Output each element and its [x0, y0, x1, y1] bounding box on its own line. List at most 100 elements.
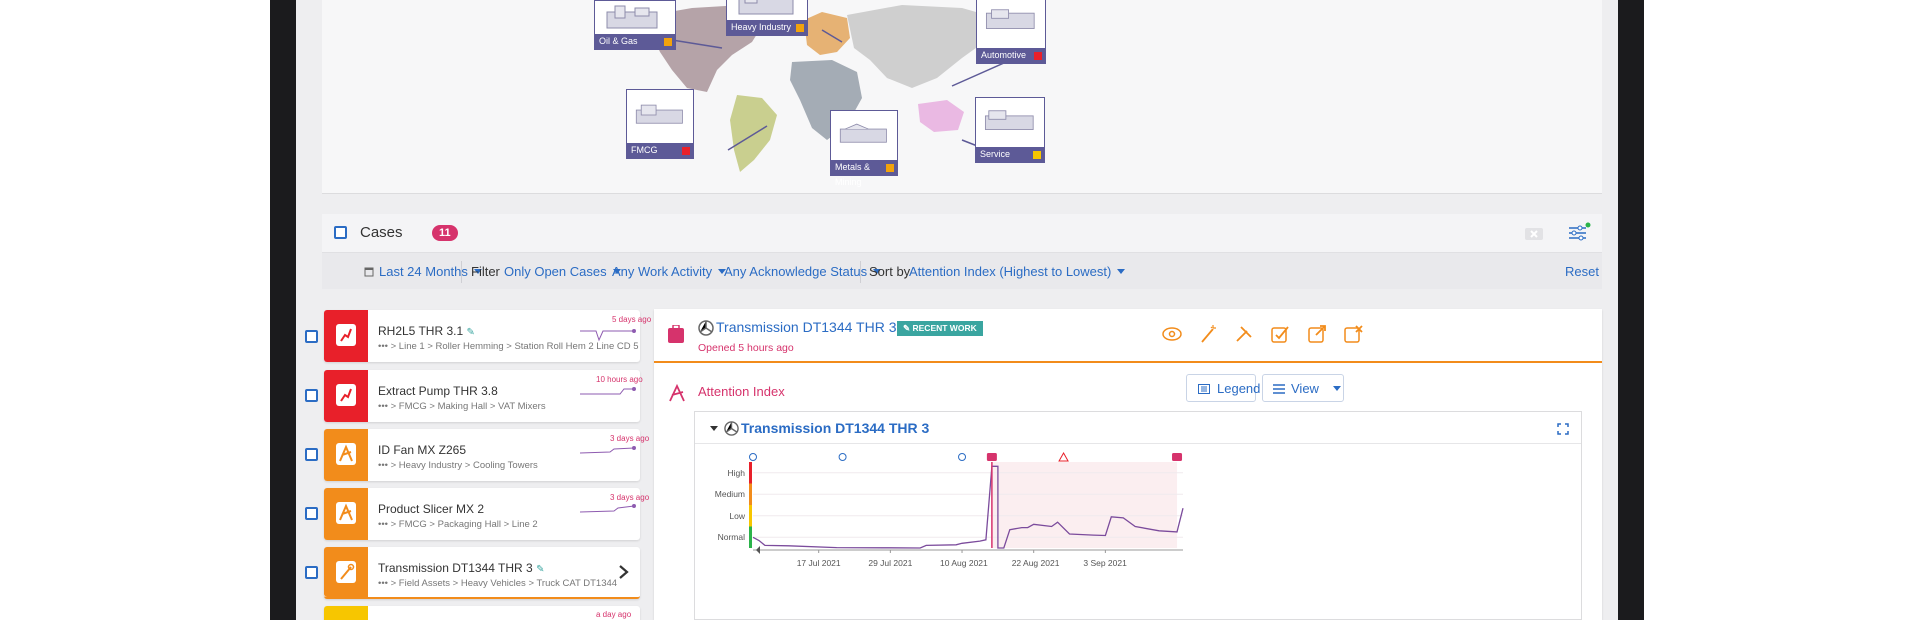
more-icon: •••: [378, 341, 388, 352]
pin-icon: ✎: [466, 327, 475, 338]
map-australia: [918, 100, 964, 132]
industry-card-metals-mining[interactable]: Metals & Mining: [830, 110, 898, 187]
legend-button-label: Legend: [1217, 381, 1261, 396]
transmission-asset-icon: [698, 320, 714, 336]
case-event-icon: [1172, 453, 1183, 461]
case-name: RH2L5 THR 3.1 ✎: [378, 324, 475, 338]
ack-status-label: Any Acknowledge Status: [724, 264, 868, 279]
attention-index-icon: [339, 444, 353, 462]
case-severity-icon: [324, 547, 368, 597]
tools-icon[interactable]: [1233, 323, 1255, 345]
case-name: ID Fan MX Z265: [378, 443, 467, 457]
factory-illustration-icon: [839, 123, 887, 143]
case-name: Extract Pump THR 3.8: [378, 384, 498, 398]
sort-value-label: Attention Index (Highest to Lowest): [909, 264, 1112, 279]
dismiss-cases-icon[interactable]: [1524, 225, 1546, 243]
row-checkbox[interactable]: [305, 507, 318, 520]
chevron-right-icon[interactable]: [618, 564, 630, 580]
case-path: ••• > Field Assets > Heavy Vehicles > Tr…: [378, 578, 618, 589]
case-path: ••• > Heavy Industry > Cooling Towers: [378, 460, 538, 471]
sort-dropdown[interactable]: Attention Index (Highest to Lowest): [909, 264, 1126, 279]
status-square: [682, 147, 690, 155]
date-range-dropdown[interactable]: Last 24 Months: [379, 264, 482, 279]
warning-event-icon: [1058, 451, 1069, 462]
list-item[interactable]: Extract Pump THR 3.8 ••• > FMCG > Making…: [324, 370, 643, 422]
case-severity-icon: [324, 370, 368, 422]
status-square: [1034, 52, 1042, 60]
open-external-icon[interactable]: [1306, 323, 1328, 345]
work-activity-dropdown[interactable]: Any Work Activity: [612, 264, 727, 279]
row-checkbox[interactable]: [305, 389, 318, 402]
list-item[interactable]: RH2L5 THR 3.1 ✎ ••• > Line 1 > Roller He…: [324, 310, 651, 362]
view-button[interactable]: View: [1262, 374, 1344, 402]
divider: [860, 261, 861, 283]
industry-label: Heavy Industry: [727, 20, 807, 35]
x-tick-label: 17 Jul 2021: [796, 558, 841, 568]
magic-wand-icon[interactable]: [1197, 323, 1219, 345]
x-tick-label: 29 Jul 2021: [868, 558, 913, 568]
case-severity-icon: [324, 310, 368, 362]
work-activity-label: Any Work Activity: [612, 264, 713, 279]
more-icon: •••: [378, 519, 388, 530]
case-briefcase-icon: [668, 325, 684, 343]
row-checkbox[interactable]: [305, 448, 318, 461]
case-severity-icon: [324, 429, 368, 481]
list-item[interactable]: Product Slicer MX 2 ••• > FMCG > Packagi…: [324, 488, 649, 540]
ack-status-dropdown[interactable]: Any Acknowledge Status: [724, 264, 882, 279]
watch-eye-icon[interactable]: [1161, 323, 1183, 345]
attention-index-icon: [339, 503, 353, 521]
list-item[interactable]: ID Fan MX Z265 ••• > Heavy Industry > Co…: [324, 429, 649, 481]
industry-card-fmcg[interactable]: FMCG: [626, 89, 694, 159]
industry-label: Oil & Gas: [595, 34, 675, 49]
attention-chart-card: Transmission DT1344 THR 3 Normal Low Mediu…: [694, 411, 1582, 620]
menu-icon: [1273, 384, 1285, 394]
case-sparkline: [580, 446, 636, 454]
filter-settings-icon[interactable]: [1566, 222, 1592, 244]
attention-index-icon: [669, 384, 685, 402]
status-square: [796, 24, 804, 32]
more-icon: •••: [378, 578, 388, 589]
pin-icon: ✎: [536, 564, 545, 575]
legend-icon: [1198, 384, 1210, 394]
x-tick-label: 22 Aug 2021: [1011, 558, 1060, 568]
factory-illustration-icon: [738, 0, 794, 15]
y-level-label: Normal: [717, 532, 745, 543]
acknowledge-check-icon[interactable]: [1269, 323, 1291, 345]
reset-link[interactable]: Reset: [1565, 264, 1599, 279]
case-age: a day ago: [596, 610, 632, 619]
industry-card-oil-gas[interactable]: Oil & Gas: [594, 0, 676, 50]
x-tick-label: 10 Aug 2021: [940, 558, 988, 568]
app-screen: Oil & Gas Heavy Industry Automotive FMCG…: [296, 0, 1618, 620]
select-all-checkbox[interactable]: [334, 226, 347, 239]
divider: [461, 261, 462, 283]
more-icon: •••: [378, 460, 388, 471]
factory-illustration-icon: [984, 110, 1034, 130]
list-item[interactable]: a day ago: [324, 606, 640, 620]
level-color-band: [749, 526, 752, 548]
case-severity-icon: [324, 488, 368, 540]
status-square: [664, 38, 672, 46]
world-map-panel: Oil & Gas Heavy Industry Automotive FMCG…: [322, 0, 1602, 194]
factory-illustration-icon: [606, 5, 658, 29]
row-checkbox[interactable]: [305, 330, 318, 343]
level-color-band: [749, 483, 752, 505]
more-icon: •••: [378, 401, 388, 412]
open-cases-label: Only Open Cases: [504, 264, 607, 279]
legend-button[interactable]: Legend: [1186, 374, 1260, 402]
list-item-selected[interactable]: Transmission DT1344 THR 3 ✎ ••• > Field …: [324, 547, 640, 599]
industry-card-automotive[interactable]: Automotive: [976, 0, 1046, 64]
cases-title: Cases: [360, 224, 403, 241]
industry-card-heavy-industry[interactable]: Heavy Industry: [726, 0, 808, 36]
calendar-icon: [364, 267, 374, 277]
case-sparkline: [580, 329, 636, 342]
row-checkbox[interactable]: [305, 566, 318, 579]
case-detail-title[interactable]: Transmission DT1344 THR 3: [716, 319, 897, 335]
wrench-icon: ✎: [903, 323, 911, 333]
case-event-icon: [986, 453, 997, 461]
date-range-label: Last 24 Months: [379, 264, 468, 279]
status-square: [886, 164, 894, 172]
close-case-icon[interactable]: [1342, 323, 1364, 345]
cases-header: Cases 11: [322, 214, 1602, 253]
open-cases-dropdown[interactable]: Only Open Cases: [504, 264, 621, 279]
industry-card-service[interactable]: Service: [975, 97, 1045, 163]
